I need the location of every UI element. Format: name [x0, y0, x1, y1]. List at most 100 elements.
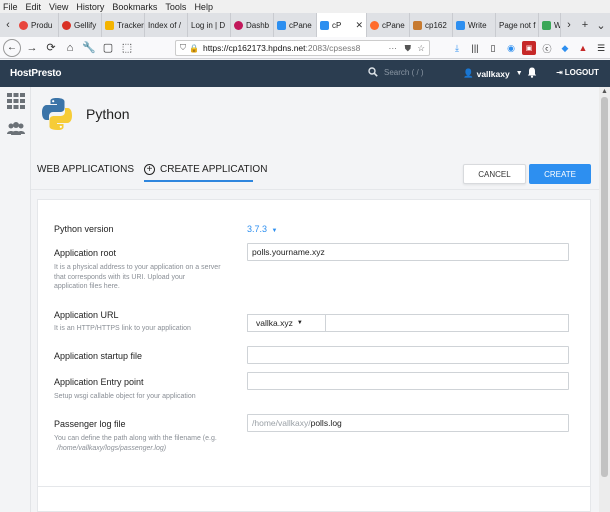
cancel-button[interactable]: CANCEL: [463, 164, 526, 184]
domain-select[interactable]: vallka.xyz ▼: [247, 314, 326, 332]
menu-edit[interactable]: Edit: [26, 2, 42, 12]
menu-bookmarks[interactable]: Bookmarks: [112, 2, 157, 12]
pocket-save-icon[interactable]: ⛊: [405, 43, 411, 54]
app-tabs: WEB APPLICATIONS + CREATE APPLICATION: [37, 164, 267, 175]
library-icon[interactable]: |||: [468, 41, 482, 55]
shield-icon[interactable]: ⛉: [180, 43, 186, 53]
passenger-log-hint: You can define the path along with the f…: [54, 435, 217, 452]
application-url-hint: It is an HTTP/HTTPS link to your applica…: [54, 325, 191, 332]
browser-tab[interactable]: Gellify: [59, 13, 102, 37]
grid-apps-icon[interactable]: [7, 93, 25, 109]
app-header: HostPresto Search ( / ) 👤 vallkaxy ▼ ⇥ L…: [0, 60, 610, 87]
application-root-hint: It is a physical address to your applica…: [54, 264, 221, 290]
back-icon[interactable]: ←: [3, 38, 21, 57]
favicon-icon: [456, 20, 465, 30]
wrench-icon[interactable]: 🔧: [81, 40, 97, 56]
menu-help[interactable]: Help: [194, 2, 213, 12]
browser-tab[interactable]: Write: [453, 13, 496, 37]
passenger-log-input[interactable]: /home/vallkaxy/polls.log: [247, 414, 569, 432]
extension-icon[interactable]: ▲: [576, 41, 590, 55]
python-version-label: Python version: [54, 224, 114, 234]
browser-tab[interactable]: W: [539, 13, 561, 37]
page-title: Python: [86, 106, 130, 122]
browser-tab[interactable]: Page not f: [496, 13, 539, 37]
application-url-path-input[interactable]: [326, 314, 569, 332]
browser-tab[interactable]: Log in | D: [188, 13, 231, 37]
startup-file-input[interactable]: [247, 346, 569, 364]
tab-list-icon[interactable]: ⌄: [593, 13, 609, 37]
browser-tab[interactable]: cPane: [274, 13, 317, 37]
reload-icon[interactable]: ⟳: [43, 40, 59, 56]
extension-icon[interactable]: ▣: [522, 41, 536, 55]
logout-button[interactable]: ⇥ LOGOUT: [556, 68, 599, 77]
entry-point-input[interactable]: [247, 372, 569, 390]
browser-tab[interactable]: cPane: [367, 13, 410, 37]
application-url-label: Application URL: [54, 310, 119, 320]
user-icon: 👤: [463, 68, 474, 78]
search-icon: [368, 67, 378, 77]
log-file-value: polls.log: [310, 418, 342, 428]
startup-file-label: Application startup file: [54, 351, 143, 361]
tab-scroll-left-icon[interactable]: ‹: [0, 13, 16, 37]
close-tab-icon[interactable]: ✕: [355, 20, 363, 31]
menu-bar: File Edit View History Bookmarks Tools H…: [0, 0, 610, 13]
menu-file[interactable]: File: [3, 2, 18, 12]
extension-icon[interactable]: ⓒ: [540, 41, 554, 55]
browser-tab[interactable]: Dashb: [231, 13, 274, 37]
nav-bar: ← → ⟳ ⌂ 🔧 ▢ ⬚ ⛉ 🔒 https://cp162173.hpdns…: [0, 37, 610, 59]
python-version-select[interactable]: 3.7.3 ▼: [247, 224, 278, 234]
home-icon[interactable]: ⌂: [62, 40, 78, 56]
caret-down-icon: ▼: [271, 228, 278, 234]
tab-strip: ‹ Produ Gellify Tracker Index of / Log i…: [0, 13, 610, 37]
favicon-icon: [234, 20, 243, 30]
passenger-log-label: Passenger log file: [54, 419, 126, 429]
search-box[interactable]: Search ( / ): [368, 67, 424, 77]
favicon-icon: [370, 20, 379, 30]
browser-tab[interactable]: Index of /: [145, 13, 188, 37]
favicon-icon: [320, 20, 329, 30]
extension-icon[interactable]: ◆: [558, 41, 572, 55]
entry-point-label: Application Entry point: [54, 377, 144, 387]
toolbar-right: ⤓ ||| ▯ ◉ ▣ ⓒ ◆ ▲ ☰: [446, 40, 608, 56]
menu-view[interactable]: View: [49, 2, 68, 12]
application-root-label: Application root: [54, 248, 117, 258]
browser-tab[interactable]: Tracker: [102, 13, 145, 37]
forward-icon[interactable]: →: [24, 40, 40, 56]
url-host: https://cp162173.hpdns.net: [202, 43, 306, 53]
page-actions-icon[interactable]: ···: [389, 43, 398, 53]
user-menu[interactable]: 👤 vallkaxy ▼: [463, 68, 523, 79]
favicon-icon: [542, 20, 551, 30]
sidebar-toggle-icon[interactable]: ▯: [486, 41, 500, 55]
application-root-input[interactable]: polls.yourname.xyz: [247, 243, 569, 261]
python-logo-icon: [42, 98, 72, 130]
scroll-up-icon[interactable]: ▲: [601, 88, 608, 95]
browser-tab-active[interactable]: cP ✕: [317, 13, 367, 37]
tab-web-applications[interactable]: WEB APPLICATIONS: [37, 164, 134, 175]
menu-tools[interactable]: Tools: [165, 2, 186, 12]
create-button[interactable]: CREATE: [529, 164, 591, 184]
pocket-icon[interactable]: ▢: [100, 40, 116, 56]
browser-tab[interactable]: Produ: [16, 13, 59, 37]
tab-create-application[interactable]: + CREATE APPLICATION: [144, 164, 267, 175]
url-bar[interactable]: ⛉ 🔒 https://cp162173.hpdns.net:2083/cpse…: [175, 40, 430, 56]
chevron-down-icon: ▼: [515, 70, 523, 77]
users-icon[interactable]: [7, 121, 25, 137]
bookmark-star-icon[interactable]: ☆: [417, 43, 425, 54]
search-input[interactable]: Search ( / ): [384, 68, 424, 77]
hostpresto-logo[interactable]: HostPresto: [10, 68, 62, 79]
new-tab-icon[interactable]: +: [577, 13, 593, 37]
left-sidebar: [0, 87, 31, 512]
entry-point-hint: Setup wsgi callable object for your appl…: [54, 393, 196, 400]
plus-circle-icon: +: [144, 164, 155, 175]
bell-icon[interactable]: [527, 67, 537, 80]
page-scrollbar[interactable]: ▲: [599, 87, 610, 512]
scrollbar-thumb[interactable]: [601, 97, 608, 477]
downloads-icon[interactable]: ⤓: [450, 41, 464, 55]
menu-history[interactable]: History: [76, 2, 104, 12]
screenshot-icon[interactable]: ⬚: [119, 40, 135, 56]
extension-icon[interactable]: ◉: [504, 41, 518, 55]
hamburger-menu-icon[interactable]: ☰: [594, 41, 608, 55]
lock-icon[interactable]: 🔒: [189, 44, 199, 53]
browser-tab[interactable]: cp162: [410, 13, 453, 37]
tab-scroll-right-icon[interactable]: ›: [561, 13, 577, 37]
